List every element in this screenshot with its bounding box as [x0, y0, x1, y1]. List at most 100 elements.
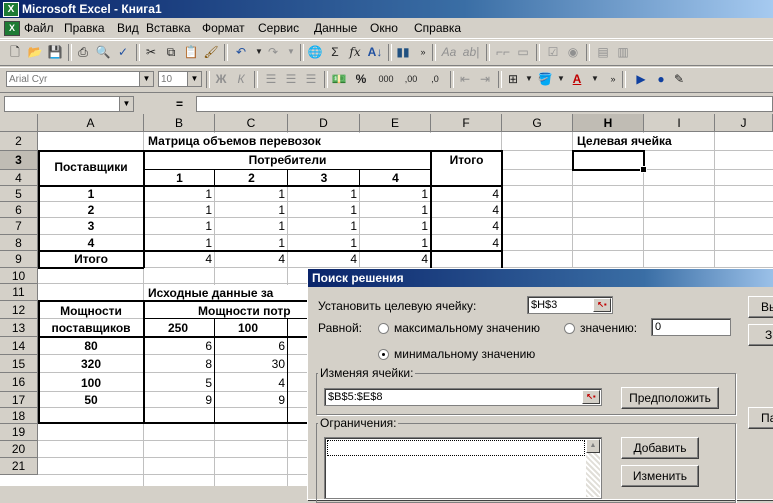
- excel-app-icon[interactable]: X: [3, 2, 19, 17]
- row-header-13[interactable]: 13: [0, 319, 38, 337]
- paste-icon[interactable]: 📋: [182, 44, 200, 60]
- radio-value[interactable]: [564, 323, 575, 334]
- row-header-21[interactable]: 21: [0, 458, 38, 475]
- column-total-cell[interactable]: 4: [288, 252, 360, 266]
- option-button-tool-icon[interactable]: ◉: [564, 44, 582, 60]
- workbook-icon[interactable]: X: [4, 21, 20, 36]
- toolbar-overflow-icon[interactable]: »: [414, 44, 432, 60]
- matrix-cell[interactable]: 1: [215, 236, 288, 250]
- row-header-12[interactable]: 12: [0, 301, 38, 319]
- font-size-combo[interactable]: 10 ▼: [158, 71, 202, 87]
- matrix-cell[interactable]: 1: [215, 187, 288, 201]
- column-header-a[interactable]: A: [38, 114, 144, 132]
- increase-decimal-button[interactable]: ,00: [400, 71, 422, 87]
- menu-help[interactable]: Справка: [414, 21, 461, 35]
- matrix-cell[interactable]: 1: [144, 203, 215, 217]
- column-total-cell[interactable]: 4: [144, 252, 215, 266]
- edit-box-tool-icon[interactable]: ab|: [462, 44, 480, 60]
- menu-view[interactable]: Вид: [117, 21, 139, 35]
- row-header-19[interactable]: 19: [0, 424, 38, 441]
- matrix-cell[interactable]: 1: [360, 236, 431, 250]
- list-box-tool-icon[interactable]: ▤: [594, 44, 612, 60]
- change-button[interactable]: Изменить: [621, 465, 699, 487]
- font-color-dropdown-icon[interactable]: ▼: [586, 71, 604, 87]
- radio-min[interactable]: [378, 349, 389, 360]
- guess-button[interactable]: Предположить: [621, 387, 719, 409]
- sort-ascending-icon[interactable]: A↓: [366, 44, 384, 60]
- autosum-icon[interactable]: Σ: [326, 44, 344, 60]
- row-header-17[interactable]: 17: [0, 392, 38, 408]
- column-total-cell[interactable]: 4: [360, 252, 431, 266]
- record-dot-icon[interactable]: ●: [652, 71, 670, 87]
- matrix-cell[interactable]: 1: [215, 203, 288, 217]
- align-left-icon[interactable]: ☰: [262, 71, 280, 87]
- row-total-cell[interactable]: 4: [431, 236, 502, 250]
- redo-dropdown-icon[interactable]: ▼: [282, 44, 300, 60]
- name-box[interactable]: ▼: [4, 96, 134, 112]
- combo-box-tool-icon[interactable]: ▥: [614, 44, 632, 60]
- menu-edit[interactable]: Правка: [64, 21, 105, 35]
- column-header-h[interactable]: H: [573, 114, 644, 132]
- cut-icon[interactable]: ✂: [142, 44, 160, 60]
- hyperlink-globe-icon[interactable]: 🌐: [306, 44, 324, 60]
- row-total-cell[interactable]: 4: [431, 187, 502, 201]
- cost-cell[interactable]: 4: [215, 376, 288, 390]
- column-header-c[interactable]: C: [215, 114, 288, 132]
- row-header-10[interactable]: 10: [0, 268, 38, 284]
- row-header-7[interactable]: 7: [0, 218, 38, 235]
- collapse-dialog-icon[interactable]: ↖▪: [582, 390, 600, 404]
- row-header-15[interactable]: 15: [0, 355, 38, 373]
- chevron-down-icon[interactable]: ▼: [187, 72, 201, 86]
- cost-cell[interactable]: 6: [144, 339, 215, 353]
- matrix-cell[interactable]: 1: [288, 219, 360, 233]
- chevron-down-icon[interactable]: ▼: [139, 72, 153, 86]
- radio-min-label[interactable]: минимальному значению: [394, 347, 535, 361]
- chevron-down-icon[interactable]: ▼: [119, 97, 133, 111]
- active-cell-h3[interactable]: [572, 150, 647, 173]
- button-tool-icon[interactable]: ▭: [514, 44, 532, 60]
- menu-tools[interactable]: Сервис: [258, 21, 299, 35]
- target-cell-input[interactable]: $H$3 ↖▪: [527, 296, 613, 314]
- radio-max-label[interactable]: максимальному значению: [394, 321, 540, 335]
- font-name-combo[interactable]: Arial Cyr ▼: [6, 71, 154, 87]
- toolbar-overflow-icon[interactable]: »: [604, 71, 622, 87]
- scroll-up-icon[interactable]: ▲: [586, 439, 600, 453]
- constraints-list[interactable]: ▲: [324, 437, 602, 499]
- row-header-20[interactable]: 20: [0, 441, 38, 458]
- column-total-cell[interactable]: 4: [215, 252, 288, 266]
- radio-max[interactable]: [378, 323, 389, 334]
- solve-button[interactable]: Вы: [748, 296, 773, 318]
- matrix-cell[interactable]: 1: [215, 219, 288, 233]
- select-all-corner[interactable]: [0, 114, 38, 132]
- copy-icon[interactable]: ⧉: [162, 44, 180, 60]
- row-header-6[interactable]: 6: [0, 202, 38, 218]
- row-header-9[interactable]: 9: [0, 251, 38, 268]
- format-painter-icon[interactable]: 🖌: [202, 44, 220, 60]
- column-header-f[interactable]: F: [431, 114, 502, 132]
- align-right-icon[interactable]: ☰: [302, 71, 320, 87]
- collapse-dialog-icon[interactable]: ↖▪: [593, 298, 611, 312]
- row-header-2[interactable]: 2: [0, 132, 38, 151]
- decrease-decimal-button[interactable]: ,0: [424, 71, 446, 87]
- column-header-d[interactable]: D: [288, 114, 360, 132]
- matrix-cell[interactable]: 1: [360, 219, 431, 233]
- italic-button[interactable]: К: [232, 71, 250, 87]
- constraints-scrollbar[interactable]: ▲: [586, 439, 600, 497]
- percent-style-button[interactable]: %: [352, 71, 370, 87]
- changing-cells-input[interactable]: $B$5:$E$8 ↖▪: [324, 388, 602, 406]
- cost-cell[interactable]: 8: [144, 357, 215, 371]
- add-button[interactable]: Добавить: [621, 437, 699, 459]
- bold-button[interactable]: Ж: [212, 71, 230, 87]
- dialog-title-bar[interactable]: Поиск решения: [308, 269, 773, 287]
- print-icon[interactable]: ⎙: [74, 44, 92, 60]
- row-header-5[interactable]: 5: [0, 186, 38, 202]
- matrix-cell[interactable]: 1: [288, 187, 360, 201]
- save-disk-icon[interactable]: 💾: [46, 44, 64, 60]
- radio-value-label[interactable]: значению:: [580, 321, 637, 335]
- open-folder-icon[interactable]: 📂: [26, 44, 44, 60]
- decrease-indent-icon[interactable]: ⇤: [456, 71, 474, 87]
- function-fx-icon[interactable]: fx: [346, 44, 364, 60]
- cost-cell[interactable]: 9: [144, 393, 215, 407]
- row-header-4[interactable]: 4: [0, 170, 38, 186]
- row-header-18[interactable]: 18: [0, 408, 38, 424]
